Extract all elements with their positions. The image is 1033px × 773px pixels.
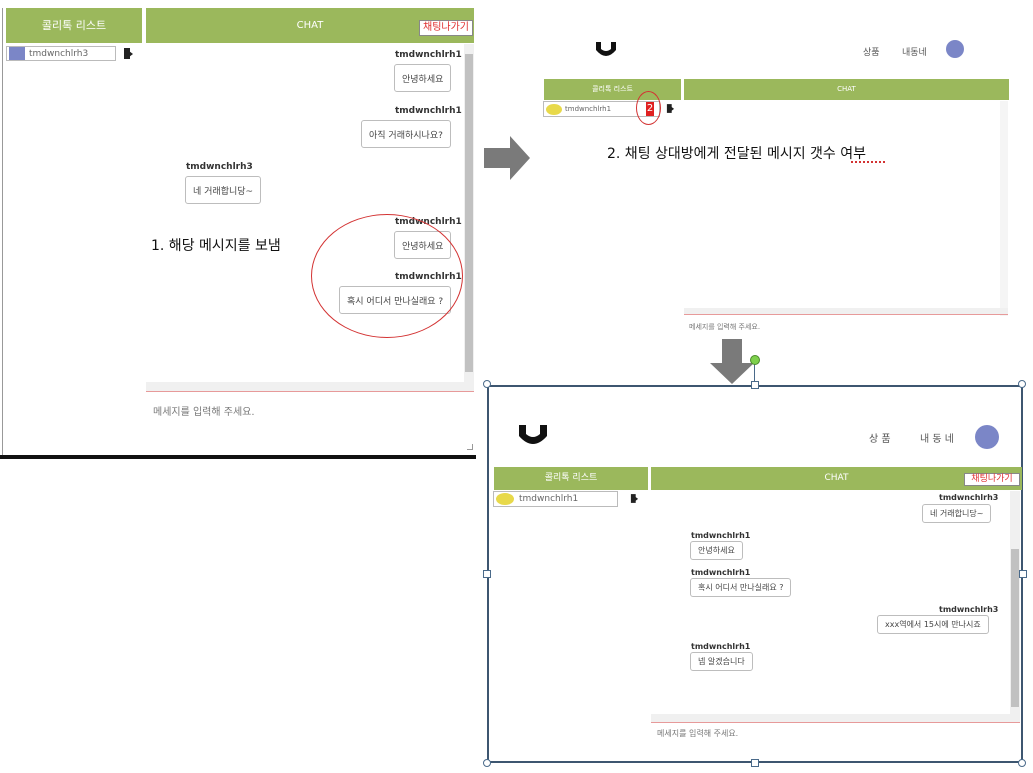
chat-hscrollbar[interactable] — [651, 714, 1020, 723]
message-sender: tmdwnchlrh3 — [939, 605, 999, 614]
profile-avatar[interactable] — [975, 425, 999, 449]
message-bubble: 네 거래합니당~ — [922, 504, 992, 523]
message-sender: tmdwnchlrh1 — [691, 568, 751, 577]
message-bubble: 안녕하세요 — [394, 64, 452, 92]
leave-room-icon[interactable] — [630, 494, 639, 503]
message-input[interactable]: 메세지를 입력해 주세요. — [689, 322, 760, 332]
message-bubble: 네 거래합니당~ — [185, 176, 262, 204]
message-bubble: 아직 거래하시나요? — [361, 120, 451, 148]
message-bubble: 안녕하세요 — [690, 541, 743, 560]
message-sender: tmdwnchlrh1 — [395, 106, 462, 116]
chat-header-title: CHAT — [296, 20, 324, 31]
chat-list-item[interactable]: tmdwnchlrh1 — [493, 491, 618, 507]
leave-room-icon[interactable] — [666, 104, 675, 113]
chat-scrollbar-thumb[interactable] — [465, 54, 473, 372]
message-sender: tmdwnchlrh1 — [691, 531, 751, 540]
selection-handle[interactable] — [483, 570, 491, 578]
message-sender: tmdwnchlrh1 — [691, 642, 751, 651]
chat-list-item-name: tmdwnchlrh3 — [29, 48, 89, 59]
chat-header: CHAT — [684, 79, 1009, 100]
chat-scrollbar[interactable] — [1010, 491, 1020, 715]
panel-3-chat-window: 상 품 내 동 네 콜리톡 리스트 CHAT 채팅나가기 tmdwnchlrh1… — [487, 385, 1023, 763]
message-input[interactable]: 메세지를 입력해 주세요. — [153, 403, 255, 418]
annotation-step-1: 1. 해당 메시지를 보냄 — [151, 238, 281, 254]
logo-icon — [596, 42, 616, 56]
selection-handle[interactable] — [1018, 380, 1026, 388]
user-avatar-icon — [9, 47, 25, 60]
nav-neighborhood-link[interactable]: 내 동 네 — [920, 430, 954, 445]
message-bubble: 혹시 어디서 만나실래요 ? — [690, 578, 792, 597]
chat-scrollbar[interactable] — [1000, 101, 1008, 316]
chat-list-header: 콜리톡 리스트 — [494, 467, 648, 490]
chat-hscrollbar[interactable] — [146, 382, 474, 392]
message-sender: tmdwnchlrh3 — [186, 162, 253, 172]
message-input[interactable]: 메세지를 입력해 주세요. — [657, 728, 738, 739]
chat-list-item-name: tmdwnchlrh1 — [519, 494, 579, 504]
user-avatar-icon — [496, 493, 514, 505]
rotate-handle-line — [754, 364, 755, 382]
highlight-circle-badge — [636, 91, 661, 125]
nav-product-link[interactable]: 상 품 — [869, 430, 891, 445]
selection-handle[interactable] — [751, 759, 759, 767]
arrow-down-icon — [710, 339, 754, 384]
spell-underline — [851, 161, 885, 163]
panel-1-bottom-border — [0, 455, 476, 459]
logo-icon — [519, 425, 547, 444]
highlight-circle-messages — [311, 214, 463, 338]
profile-avatar[interactable] — [946, 40, 964, 58]
annotation-step-2: 2. 채팅 상대방에게 전달된 메시지 갯수 여부 — [607, 146, 867, 162]
resize-grip-icon[interactable] — [467, 444, 473, 450]
chat-list-header: 콜리톡 리스트 — [6, 8, 142, 43]
arrow-right-icon — [484, 136, 530, 180]
message-sender: tmdwnchlrh3 — [939, 493, 999, 502]
message-bubble: 넵 알겠습니다 — [690, 652, 753, 671]
panel-2-chat-window: 상품 내동네 콜리톡 리스트 CHAT tmdwnchlrh1 2 메세지를 입… — [540, 30, 1010, 355]
chat-hscrollbar[interactable] — [684, 308, 1008, 315]
panel-1-left-border — [2, 8, 3, 456]
message-bubble: xxx역에서 15시에 만나시죠 — [877, 615, 989, 634]
chat-list-item[interactable]: tmdwnchlrh3 — [6, 46, 116, 61]
selection-handle[interactable] — [1018, 759, 1026, 767]
chat-scrollbar-thumb[interactable] — [1011, 549, 1019, 707]
exit-chat-button[interactable]: 채팅나가기 — [964, 473, 1020, 486]
message-sender: tmdwnchlrh1 — [395, 50, 462, 60]
leave-room-icon[interactable] — [124, 48, 133, 59]
selection-handle[interactable] — [751, 381, 759, 389]
selection-handle[interactable] — [1019, 570, 1027, 578]
selection-handle[interactable] — [483, 380, 491, 388]
exit-chat-button[interactable]: 채팅나가기 — [419, 20, 473, 36]
user-avatar-icon — [546, 103, 562, 115]
chat-list-item-name: tmdwnchlrh1 — [565, 105, 612, 113]
chat-scrollbar[interactable] — [464, 44, 474, 384]
nav-product-link[interactable]: 상품 — [863, 45, 880, 58]
chat-list-header: 콜리톡 리스트 — [544, 79, 681, 100]
selection-handle[interactable] — [483, 759, 491, 767]
nav-neighborhood-link[interactable]: 내동네 — [902, 45, 927, 58]
rotate-handle[interactable] — [750, 355, 760, 365]
